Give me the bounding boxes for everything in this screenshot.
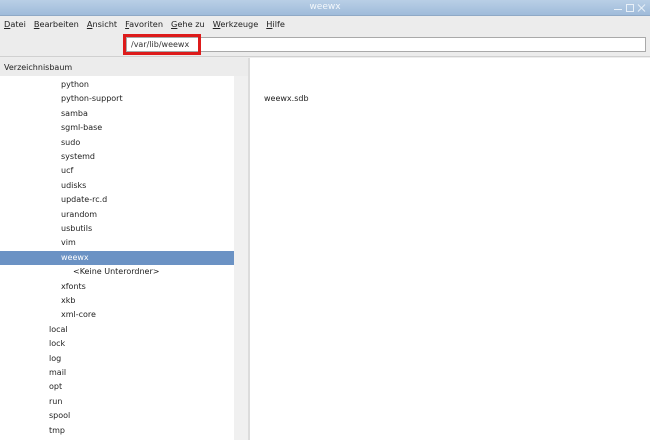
tree-item[interactable]: urandom xyxy=(61,208,97,222)
tree-item[interactable]: update-rc.d xyxy=(61,193,107,207)
file-item[interactable]: weewx.sdb xyxy=(264,94,309,103)
address-bar xyxy=(0,32,650,57)
title-bar[interactable]: weewx xyxy=(0,0,650,16)
tree-item[interactable]: python-support xyxy=(61,92,123,106)
menu-item[interactable]: Favoriten xyxy=(125,19,163,29)
tree-item[interactable]: opt xyxy=(49,380,62,394)
tree-item[interactable]: vim xyxy=(61,236,76,250)
maximize-icon[interactable] xyxy=(626,4,634,12)
menu-item[interactable]: Ansicht xyxy=(87,19,117,29)
menu-item[interactable]: Werkzeuge xyxy=(213,19,259,29)
highlight-box xyxy=(123,34,201,55)
window-title: weewx xyxy=(309,2,341,12)
tree-item[interactable]: xfonts xyxy=(61,280,86,294)
tree-item[interactable]: xkb xyxy=(61,294,75,308)
menu-item-label: atei xyxy=(10,19,26,29)
tree-item[interactable]: samba xyxy=(61,107,88,121)
tree-item[interactable]: usbutils xyxy=(61,222,92,236)
menu-item[interactable]: Gehe zu xyxy=(171,19,205,29)
address-input[interactable] xyxy=(126,37,646,52)
tree-header-label: Verzeichnisbaum xyxy=(4,63,73,72)
tree-item[interactable]: xml-core xyxy=(61,308,96,322)
tree-item[interactable]: systemd xyxy=(61,150,95,164)
tree-item[interactable]: sgml-base xyxy=(61,121,102,135)
tree-item[interactable]: tmp xyxy=(49,424,65,438)
menu-item-label: earbeiten xyxy=(39,19,79,29)
menu-item-label: avoriten xyxy=(129,19,164,29)
tree-item[interactable]: log xyxy=(49,352,61,366)
tree-scroll-area[interactable] xyxy=(234,76,248,440)
menu-item-label: nsicht xyxy=(92,19,118,29)
menu-item[interactable]: Hilfe xyxy=(266,19,285,29)
selection-highlight xyxy=(0,250,234,265)
tree-item[interactable]: python xyxy=(61,78,89,92)
file-list-pane[interactable]: weewx.sdb xyxy=(250,58,650,440)
tree-item[interactable]: sudo xyxy=(61,136,80,150)
menu-item-label: ehe zu xyxy=(177,19,205,29)
menu-item[interactable]: Bearbeiten xyxy=(34,19,79,29)
tree-item[interactable]: local xyxy=(49,323,68,337)
menu-bar: Datei Bearbeiten Ansicht Favoriten Gehe zu We… xyxy=(0,16,650,32)
tree-item[interactable]: lock xyxy=(49,337,65,351)
menu-item[interactable]: Datei xyxy=(4,19,26,29)
tree-item[interactable]: spool xyxy=(49,409,70,423)
directory-tree[interactable]: python python-support samba sgml-base sudo sy… xyxy=(0,76,234,440)
tree-item[interactable]: udisks xyxy=(61,179,86,193)
tree-item[interactable]: mail xyxy=(49,366,66,380)
tree-header: Verzeichnisbaum xyxy=(0,58,248,76)
minimize-icon[interactable] xyxy=(614,4,622,10)
menu-item-label: erkzeuge xyxy=(220,19,259,29)
close-icon[interactable] xyxy=(638,4,646,12)
menu-item-label: ilfe xyxy=(272,19,285,29)
tree-item[interactable]: run xyxy=(49,395,62,409)
tree-item[interactable]: weewx xyxy=(61,251,89,265)
tree-item[interactable]: ucf xyxy=(61,164,73,178)
tree-placeholder: <Keine Unterordner> xyxy=(73,267,160,277)
